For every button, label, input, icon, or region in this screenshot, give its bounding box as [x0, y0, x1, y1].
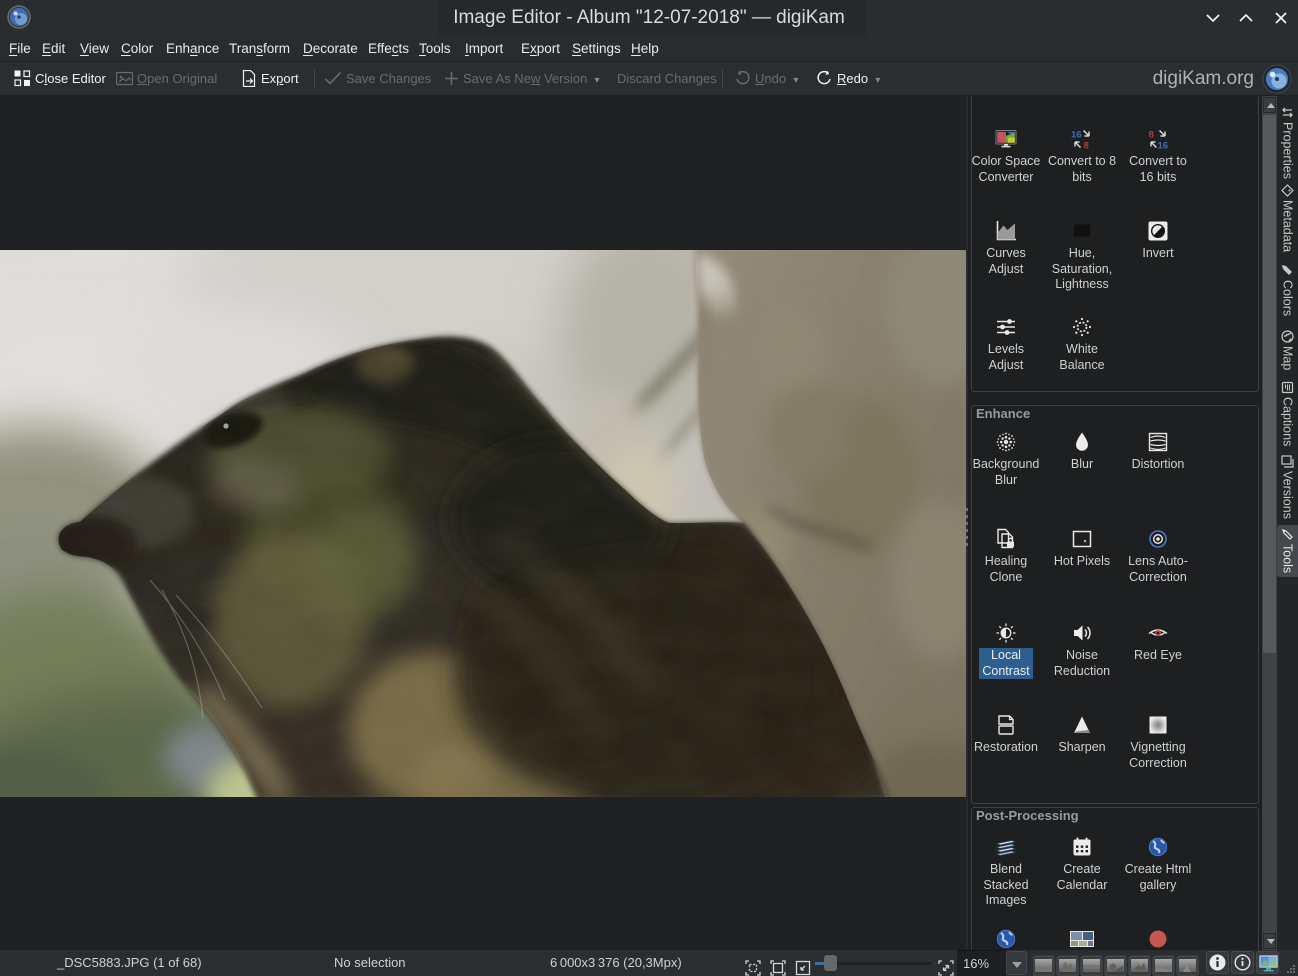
- svg-text:16: 16: [1158, 141, 1169, 151]
- svg-text:8: 8: [1149, 130, 1154, 141]
- svg-text:16: 16: [1071, 130, 1082, 141]
- svg-text:8: 8: [1084, 141, 1089, 151]
